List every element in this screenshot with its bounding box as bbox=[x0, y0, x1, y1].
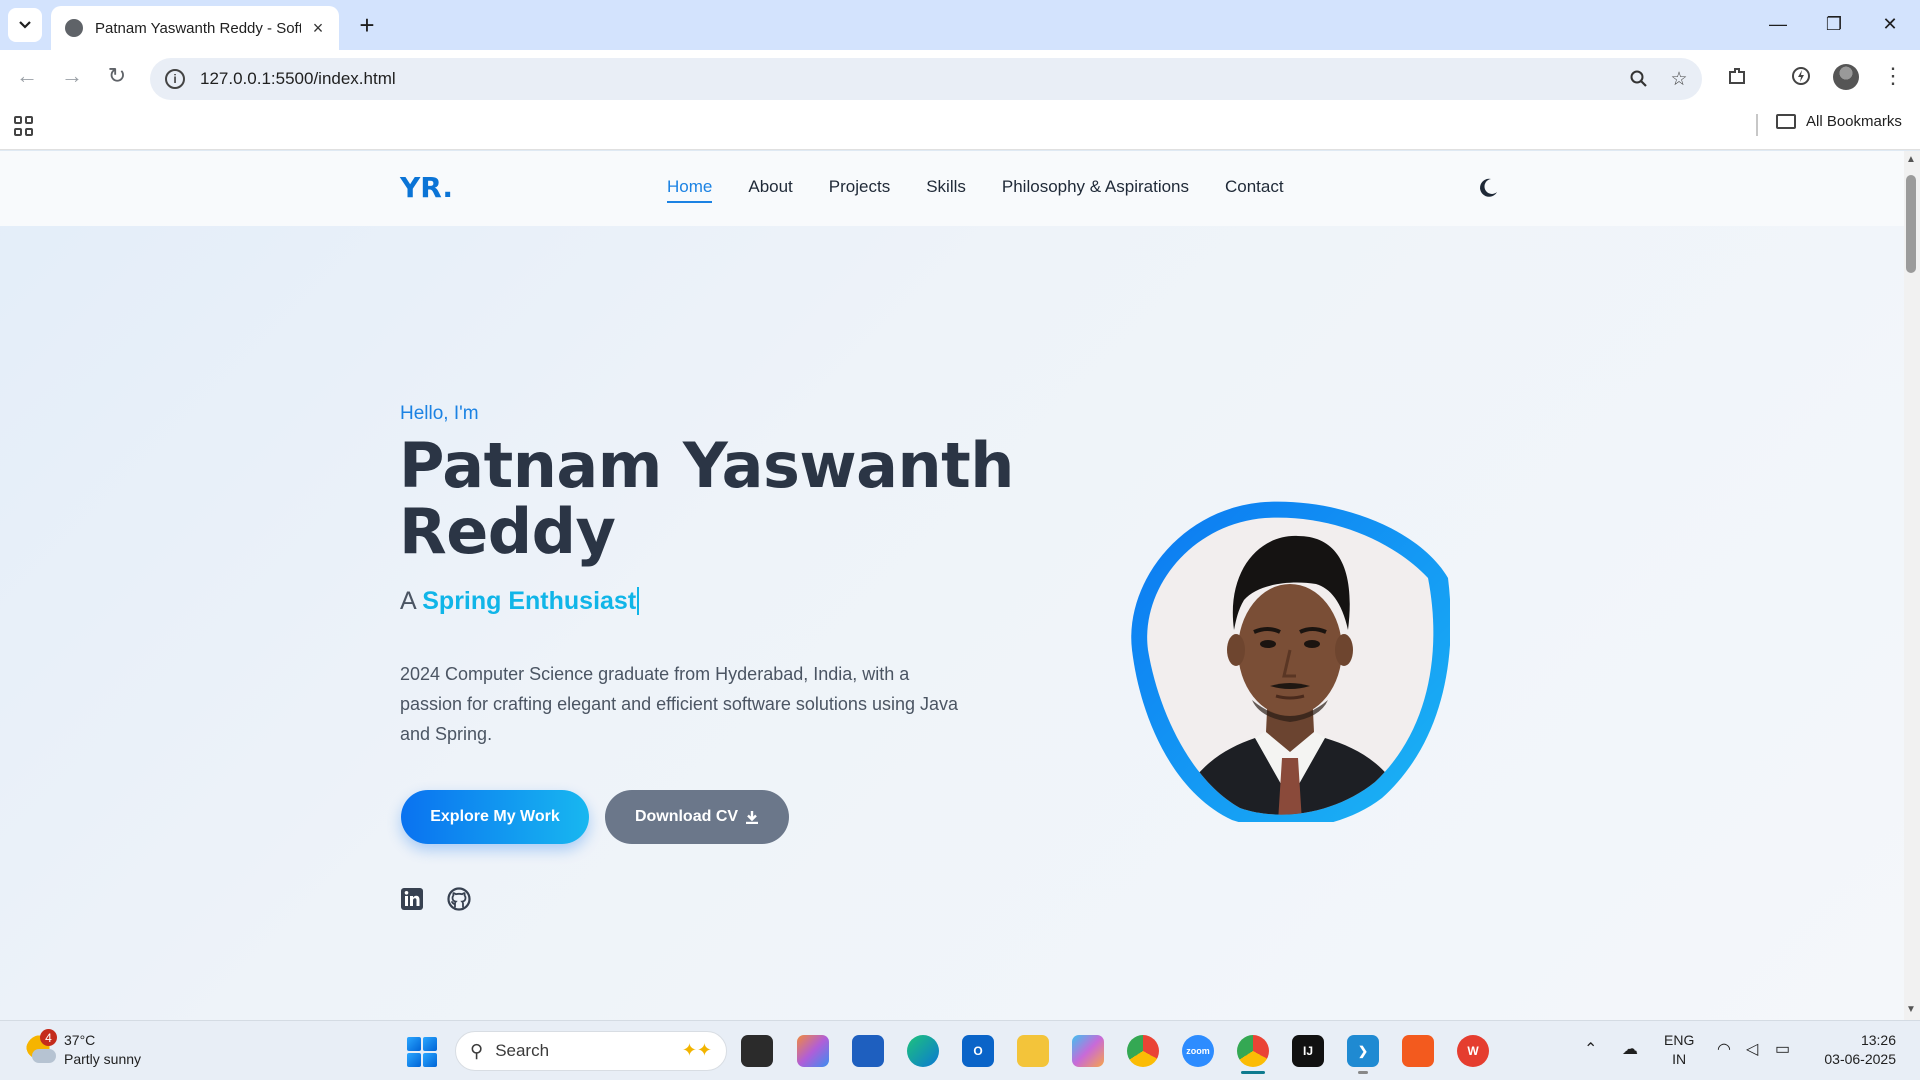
all-bookmarks-button[interactable]: All Bookmarks bbox=[1776, 113, 1902, 130]
profile-photo bbox=[1131, 501, 1450, 822]
folder-icon bbox=[1776, 114, 1796, 129]
menu-kebab-icon[interactable]: ⋮ bbox=[1876, 59, 1910, 93]
show-hidden-icons[interactable]: ⌃ bbox=[1584, 1039, 1597, 1059]
close-tab-icon[interactable]: × bbox=[307, 17, 329, 39]
nav-contact[interactable]: Contact bbox=[1225, 177, 1284, 203]
volume-icon[interactable]: ◁ bbox=[1746, 1039, 1758, 1059]
tab-title: Patnam Yaswanth Reddy - Software Develop… bbox=[95, 19, 301, 37]
apps-grid-icon[interactable] bbox=[14, 116, 34, 136]
role-prefix: A bbox=[400, 587, 416, 615]
minimize-button[interactable]: — bbox=[1750, 0, 1806, 48]
role-highlight: Spring Enthusiast bbox=[422, 587, 640, 615]
tab-search-button[interactable] bbox=[8, 8, 42, 42]
clock-time: 13:26 bbox=[1860, 1032, 1896, 1048]
taskbar-search[interactable]: ⚲ Search ✦✦ bbox=[455, 1031, 727, 1071]
globe-icon bbox=[65, 19, 83, 37]
tab-strip: Patnam Yaswanth Reddy - Software Develop… bbox=[0, 0, 1920, 50]
reload-button[interactable]: ↻ bbox=[100, 59, 134, 93]
onedrive-icon[interactable]: ☁ bbox=[1622, 1039, 1638, 1059]
hero-greeting: Hello, I'm bbox=[400, 403, 479, 424]
brave-icon[interactable] bbox=[1402, 1035, 1434, 1067]
main-nav: Home About Projects Skills Philosophy & … bbox=[667, 177, 1320, 203]
address-bar[interactable]: i 127.0.0.1:5500/index.html ☆ bbox=[150, 58, 1702, 100]
back-button[interactable]: ← bbox=[10, 59, 44, 93]
weather-desc: Partly sunny bbox=[64, 1051, 142, 1067]
browser-tab[interactable]: Patnam Yaswanth Reddy - Software Develop… bbox=[51, 6, 339, 50]
gauge-icon bbox=[1792, 67, 1810, 85]
chrome-profile-icon[interactable] bbox=[1237, 1035, 1269, 1067]
zoom-icon[interactable]: zoom bbox=[1182, 1035, 1214, 1067]
hero-role: A Spring Enthusiast bbox=[400, 587, 640, 616]
file-explorer-icon[interactable] bbox=[1017, 1035, 1049, 1067]
battery-icon[interactable]: ▭ bbox=[1775, 1039, 1790, 1059]
close-window-button[interactable]: ✕ bbox=[1862, 0, 1918, 48]
download-icon bbox=[746, 811, 759, 824]
bookmark-star-icon[interactable]: ☆ bbox=[1662, 62, 1696, 96]
chrome-icon[interactable] bbox=[1127, 1035, 1159, 1067]
explore-work-label: Explore My Work bbox=[430, 808, 560, 825]
bookmark-divider bbox=[1756, 114, 1758, 136]
search-placeholder: Search bbox=[495, 1041, 550, 1060]
wps-icon[interactable]: W bbox=[1457, 1035, 1489, 1067]
start-button[interactable] bbox=[407, 1037, 437, 1067]
copilot-icon[interactable] bbox=[797, 1035, 829, 1067]
windows-taskbar: 37°C Partly sunny 4 ⚲ Search ✦✦ O zoom I… bbox=[0, 1020, 1920, 1080]
restore-button[interactable]: ❐ bbox=[1806, 0, 1862, 48]
puzzle-icon bbox=[1729, 68, 1745, 84]
forward-button[interactable]: → bbox=[55, 59, 89, 93]
nav-philosophy[interactable]: Philosophy & Aspirations bbox=[1002, 177, 1189, 203]
nav-home[interactable]: Home bbox=[667, 177, 713, 203]
running-app-indicator bbox=[1358, 1071, 1368, 1074]
nav-projects[interactable]: Projects bbox=[829, 177, 890, 203]
bookmarks-bar: All Bookmarks bbox=[0, 100, 1920, 150]
vscode-icon[interactable]: ❯ bbox=[1347, 1035, 1379, 1067]
hero-intro: 2024 Computer Science graduate from Hyde… bbox=[400, 664, 958, 744]
browser-toolbar: ← → ↻ i 127.0.0.1:5500/index.html ☆ ⋮ bbox=[0, 50, 1920, 100]
moon-icon[interactable] bbox=[1476, 176, 1500, 200]
download-cv-button[interactable]: Download CV bbox=[605, 790, 789, 844]
weather-badge: 4 bbox=[40, 1029, 57, 1046]
clock-date: 03-06-2025 bbox=[1824, 1051, 1896, 1067]
sparkle-icon: ✦✦ bbox=[681, 1040, 712, 1060]
task-view-icon[interactable] bbox=[741, 1035, 773, 1067]
scroll-thumb[interactable] bbox=[1906, 175, 1916, 273]
profile-avatar[interactable] bbox=[1833, 64, 1859, 90]
m365-icon[interactable] bbox=[1072, 1035, 1104, 1067]
nav-about[interactable]: About bbox=[748, 177, 792, 203]
site-info-icon[interactable]: i bbox=[165, 69, 185, 89]
hero-name: Patnam Yaswanth Reddy bbox=[399, 429, 1014, 568]
wifi-icon[interactable]: ◠ bbox=[1717, 1039, 1731, 1059]
extensions-icon[interactable] bbox=[1720, 59, 1754, 93]
weather-text: 37°C Partly sunny bbox=[64, 1031, 141, 1069]
site-header: YR. Home About Projects Skills Philosoph… bbox=[0, 151, 1904, 226]
new-tab-button[interactable]: + bbox=[352, 10, 382, 40]
explore-work-button[interactable]: Explore My Work bbox=[401, 790, 589, 844]
scroll-up-arrow[interactable]: ▲ bbox=[1906, 154, 1916, 165]
store-icon[interactable] bbox=[852, 1035, 884, 1067]
language-indicator[interactable]: ENG IN bbox=[1664, 1031, 1694, 1069]
chevron-down-icon bbox=[19, 21, 31, 29]
lang-line2: IN bbox=[1672, 1051, 1687, 1067]
outlook-icon[interactable]: O bbox=[962, 1035, 994, 1067]
magnifier-icon bbox=[1630, 70, 1647, 87]
linkedin-icon[interactable] bbox=[400, 887, 424, 911]
search-icon: ⚲ bbox=[470, 1040, 484, 1061]
edge-icon[interactable] bbox=[907, 1035, 939, 1067]
active-app-indicator bbox=[1241, 1071, 1265, 1074]
nav-skills[interactable]: Skills bbox=[926, 177, 966, 203]
site-logo[interactable]: YR. bbox=[400, 171, 453, 204]
page-scrollbar[interactable] bbox=[1904, 151, 1920, 1020]
all-bookmarks-label: All Bookmarks bbox=[1806, 113, 1902, 130]
zoom-icon[interactable] bbox=[1622, 62, 1656, 96]
lang-line1: ENG bbox=[1664, 1032, 1695, 1048]
performance-icon[interactable] bbox=[1784, 59, 1818, 93]
github-icon[interactable] bbox=[447, 887, 471, 911]
scroll-down-arrow[interactable]: ▼ bbox=[1906, 1004, 1916, 1015]
url-text[interactable]: 127.0.0.1:5500/index.html bbox=[200, 69, 1622, 89]
download-cv-label: Download CV bbox=[634, 808, 739, 825]
intellij-icon[interactable]: IJ bbox=[1292, 1035, 1324, 1067]
page-viewport: YR. Home About Projects Skills Philosoph… bbox=[0, 151, 1904, 1020]
system-clock[interactable]: 13:26 03-06-2025 bbox=[1816, 1031, 1896, 1069]
weather-temp: 37°C bbox=[64, 1032, 96, 1048]
